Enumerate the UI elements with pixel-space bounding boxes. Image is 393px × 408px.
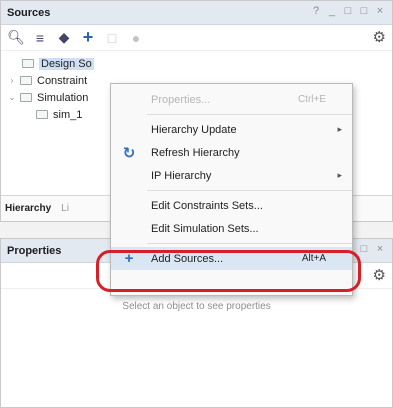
add-icon: + bbox=[124, 250, 134, 267]
restore-icon[interactable]: □ bbox=[358, 243, 370, 255]
gear-icon[interactable]: ⚙ bbox=[373, 28, 386, 46]
menu-item-edit-simulation-sets[interactable]: Edit Simulation Sets... bbox=[111, 217, 352, 240]
gear-icon[interactable]: ⚙ bbox=[373, 266, 386, 284]
expand-icon[interactable]: ◆ bbox=[53, 27, 75, 49]
tree-item-label: Constraint bbox=[37, 74, 88, 87]
sources-window-controls: ? _ □ □ × bbox=[310, 5, 386, 17]
record-icon: ● bbox=[131, 29, 141, 46]
menu-item-label: IP Hierarchy bbox=[151, 169, 212, 182]
properties-window-controls: □ × bbox=[358, 243, 386, 255]
context-menu: Properties... Ctrl+E Hierarchy Update ▸ … bbox=[110, 83, 353, 296]
menu-separator bbox=[147, 243, 352, 244]
menu-item-refresh-hierarchy[interactable]: ↻ Refresh Hierarchy bbox=[111, 141, 352, 164]
menu-item-label: Properties... bbox=[151, 93, 211, 106]
folder-icon bbox=[20, 76, 32, 85]
chevron-right-icon: ▸ bbox=[337, 170, 342, 180]
search-icon[interactable]: 🔍︎ bbox=[5, 27, 27, 49]
menu-separator bbox=[147, 190, 352, 191]
tree-item-label: sim_1 bbox=[53, 108, 83, 121]
minimize-icon[interactable]: _ bbox=[326, 5, 338, 17]
sources-title: Sources bbox=[7, 6, 51, 19]
properties-title: Properties bbox=[7, 244, 62, 257]
tree-item-label: Simulation bbox=[37, 91, 89, 104]
menu-item-properties: Properties... Ctrl+E bbox=[111, 88, 352, 111]
close-icon[interactable]: × bbox=[374, 5, 386, 17]
sources-titlebar: Sources ? _ □ □ × bbox=[1, 1, 392, 25]
properties-empty-message: Select an object to see properties bbox=[122, 301, 271, 312]
help-icon[interactable]: ? bbox=[310, 5, 322, 17]
menu-item-hierarchy-update[interactable]: Hierarchy Update ▸ bbox=[111, 118, 352, 141]
menu-item-label: Edit Constraints Sets... bbox=[151, 199, 263, 212]
close-icon[interactable]: × bbox=[374, 243, 386, 255]
menu-item-add-sources[interactable]: + Add Sources... Alt+A bbox=[111, 247, 352, 270]
chevron-right-icon: ▸ bbox=[337, 124, 342, 134]
refresh-icon: ↻ bbox=[122, 144, 136, 162]
menu-item-ip-hierarchy[interactable]: IP Hierarchy ▸ bbox=[111, 164, 352, 187]
menu-shortcut: Ctrl+E bbox=[297, 94, 326, 105]
menu-item-label: Edit Simulation Sets... bbox=[151, 222, 259, 235]
menu-item-label: Refresh Hierarchy bbox=[151, 146, 240, 159]
restore-icon[interactable]: □ bbox=[342, 5, 354, 17]
collapse-all-icon[interactable]: ≡ bbox=[29, 27, 51, 49]
sources-toolbar: 🔍︎ ≡ ◆ + □ ● ⚙ bbox=[1, 25, 392, 51]
folder-icon bbox=[20, 93, 32, 102]
menu-item-label: Hierarchy Update bbox=[151, 123, 237, 136]
tab-libraries[interactable]: Li bbox=[61, 203, 69, 214]
tree-item-design-sources[interactable]: Design So bbox=[1, 55, 392, 72]
file-icon: □ bbox=[107, 29, 117, 46]
menu-item-label: Add Sources... bbox=[151, 252, 224, 265]
tab-hierarchy[interactable]: Hierarchy bbox=[5, 203, 51, 214]
folder-icon bbox=[22, 59, 34, 68]
folder-icon bbox=[36, 110, 48, 119]
maximize-icon[interactable]: □ bbox=[358, 5, 370, 17]
menu-shortcut: Alt+A bbox=[301, 253, 326, 264]
menu-item-edit-constraints-sets[interactable]: Edit Constraints Sets... bbox=[111, 194, 352, 217]
menu-separator bbox=[147, 114, 352, 115]
tree-item-label: Design So bbox=[39, 57, 94, 70]
chevron-down-icon[interactable]: ⌄ bbox=[7, 93, 17, 102]
add-icon[interactable]: + bbox=[77, 27, 99, 49]
chevron-right-icon[interactable]: › bbox=[7, 76, 17, 85]
